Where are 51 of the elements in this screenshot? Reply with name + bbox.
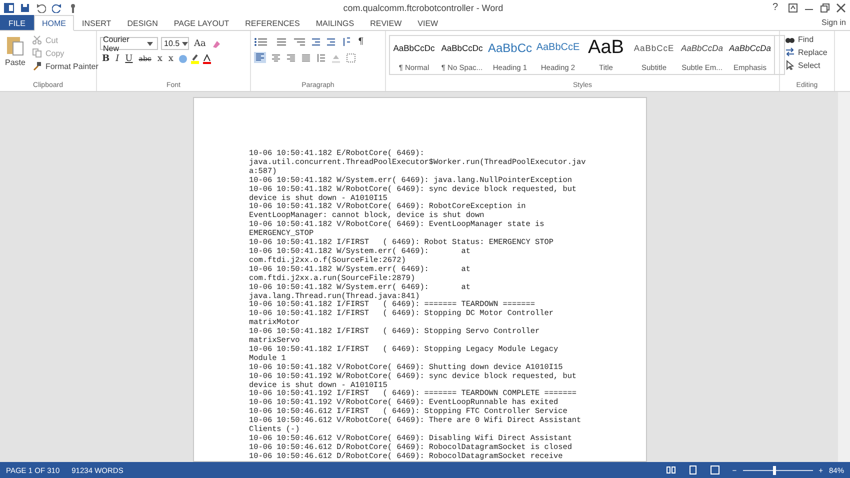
replace-icon <box>785 47 795 57</box>
clear-format-icon[interactable] <box>210 38 221 48</box>
case-button[interactable]: Aa <box>192 38 208 48</box>
underline-button[interactable]: U <box>123 54 135 64</box>
find-button[interactable]: Find <box>783 33 830 45</box>
highlighter-icon[interactable] <box>190 54 200 64</box>
format-painter-button[interactable]: Format Painter <box>30 60 100 72</box>
increase-indent-icon[interactable] <box>326 37 336 47</box>
font-color-icon[interactable] <box>202 54 212 64</box>
web-layout-icon[interactable] <box>710 465 720 475</box>
scissors-icon <box>32 35 42 45</box>
line-spacing-icon[interactable] <box>316 52 326 62</box>
superscript-button[interactable]: x <box>166 54 176 64</box>
align-center-icon[interactable] <box>271 52 281 62</box>
help-button[interactable]: ? <box>768 2 782 14</box>
font-size-field[interactable]: 10.5 <box>161 37 189 50</box>
bullets-icon[interactable] <box>254 37 268 47</box>
align-left-icon[interactable] <box>254 52 266 63</box>
decrease-indent-icon[interactable] <box>311 37 321 47</box>
copy-icon <box>32 48 42 58</box>
vertical-scrollbar[interactable] <box>838 92 850 462</box>
subscript-button[interactable]: x <box>155 54 164 64</box>
ribbon-tab[interactable]: HOME <box>34 15 74 31</box>
cursor-icon <box>785 60 795 70</box>
sort-icon[interactable] <box>341 37 351 47</box>
sign-in-link[interactable]: Sign in <box>822 18 850 27</box>
window-title: com.qualcomm.ftcrobotcontroller - Word <box>342 2 504 12</box>
justify-icon[interactable] <box>301 52 311 62</box>
replace-button[interactable]: Replace <box>783 46 830 58</box>
restore-icon[interactable] <box>820 2 830 12</box>
bold-button[interactable]: B <box>100 54 112 64</box>
read-mode-icon[interactable] <box>666 465 676 475</box>
brush-icon <box>32 61 42 71</box>
file-tab[interactable]: FILE <box>0 15 34 30</box>
paste-button[interactable]: Paste <box>3 57 28 68</box>
zoom-thumb[interactable] <box>773 466 776 474</box>
select-button[interactable]: Select <box>783 59 830 71</box>
borders-icon[interactable] <box>346 52 356 62</box>
paste-icon[interactable] <box>6 34 24 56</box>
word-logo-icon[interactable] <box>4 2 14 12</box>
print-layout-icon[interactable] <box>688 465 698 475</box>
multilevel-list-icon[interactable] <box>292 37 306 47</box>
italic-button[interactable]: I <box>114 54 122 64</box>
save-icon[interactable] <box>20 2 30 12</box>
close-icon[interactable] <box>836 2 846 12</box>
font-family-field[interactable]: Courier New <box>100 37 158 50</box>
redo-icon[interactable] <box>52 2 62 12</box>
ribbon-display-icon[interactable] <box>788 2 798 12</box>
undo-icon[interactable] <box>36 2 46 12</box>
align-right-icon[interactable] <box>286 52 296 62</box>
show-marks-button[interactable]: ¶ <box>356 37 366 47</box>
